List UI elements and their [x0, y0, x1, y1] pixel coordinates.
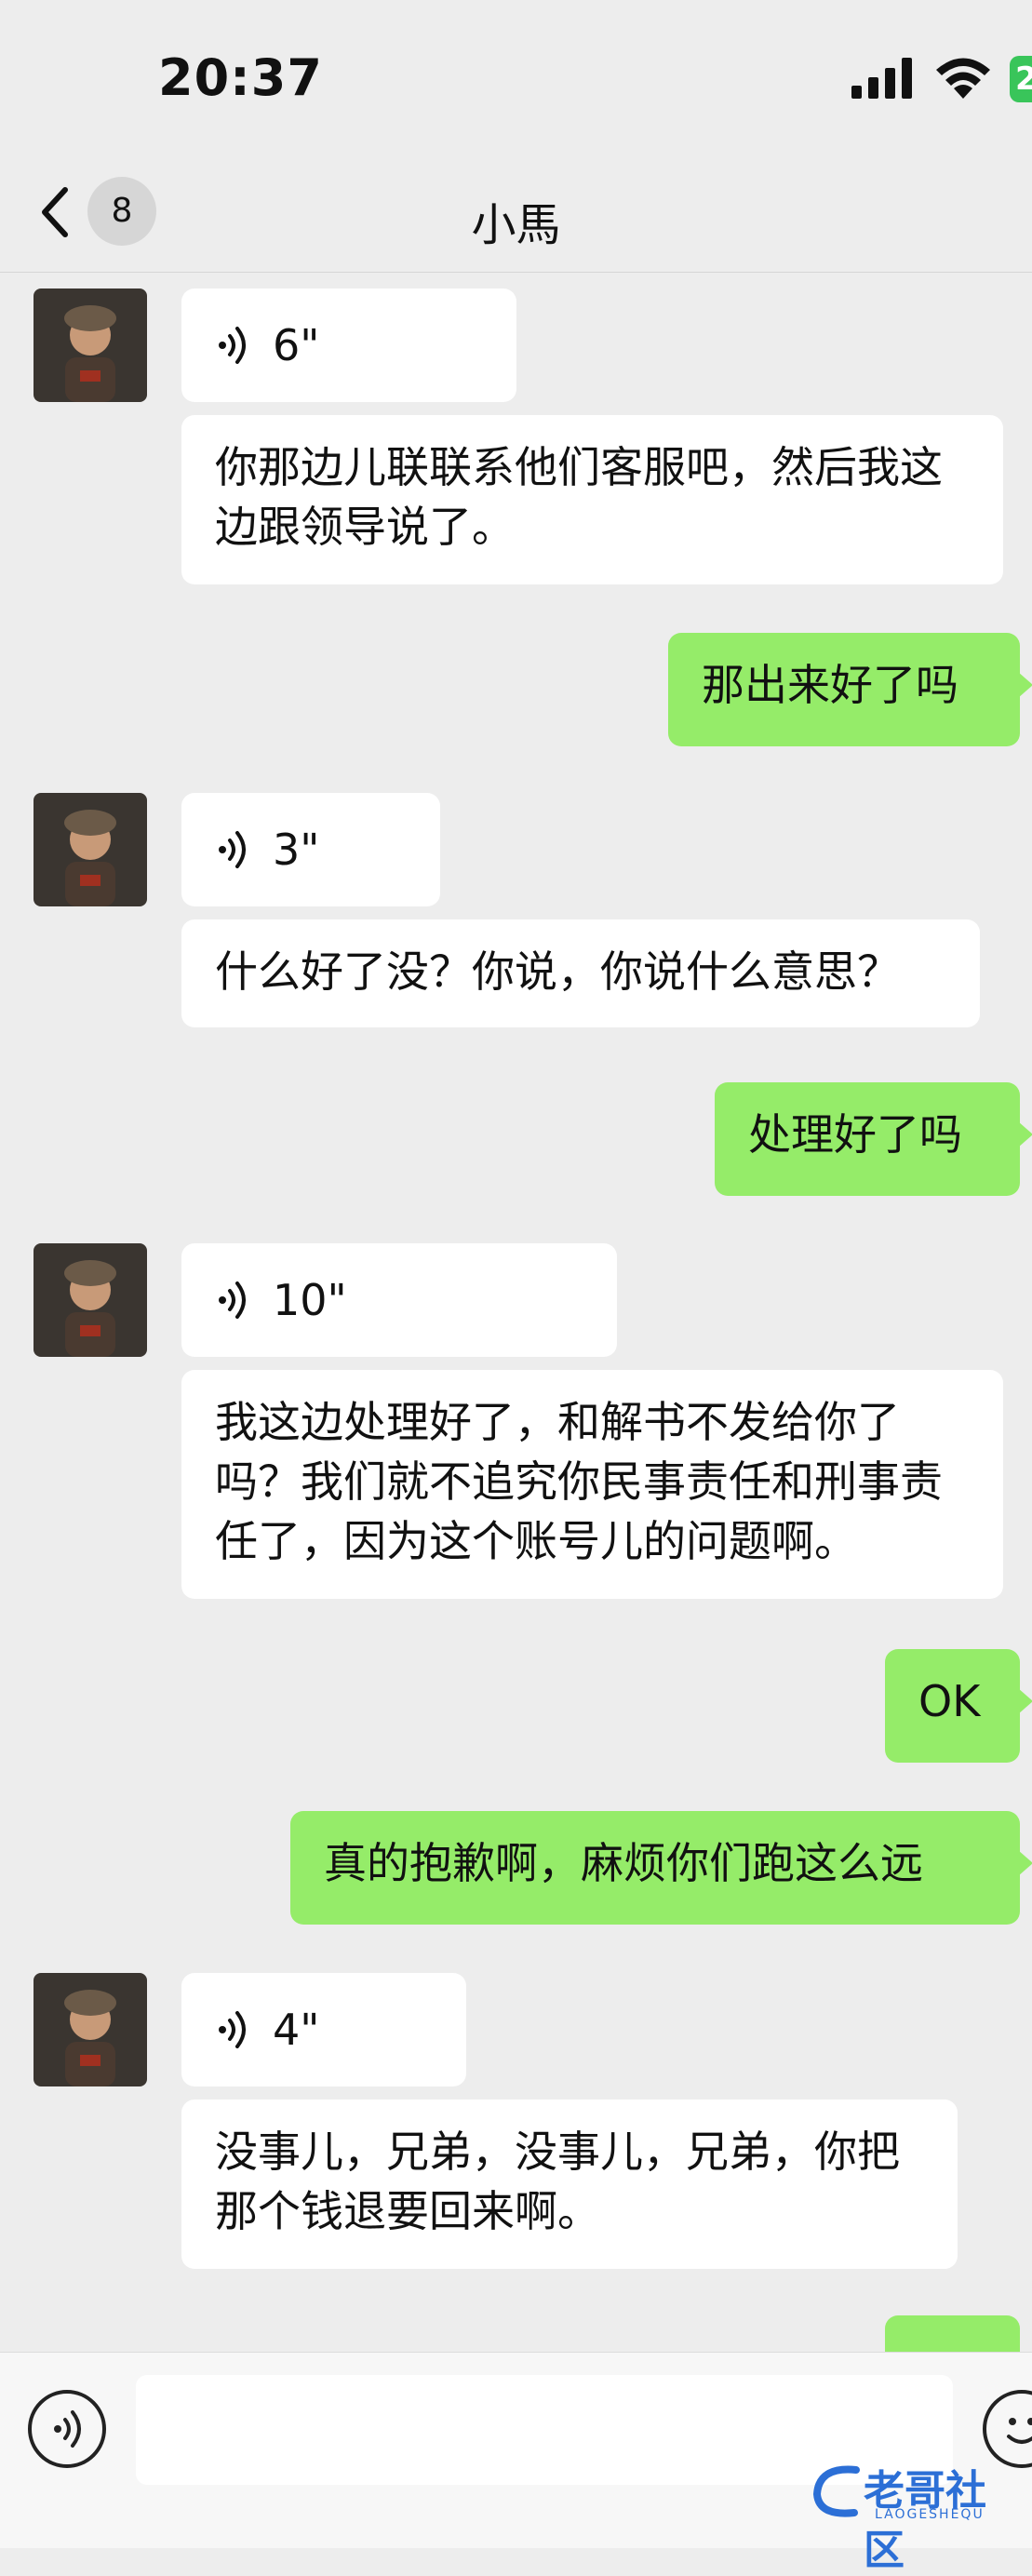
- wifi-icon: [936, 58, 990, 99]
- voice-mode-icon: [54, 2410, 81, 2448]
- voice-input-toggle[interactable]: [28, 2390, 106, 2468]
- avatar-image: [34, 1973, 147, 2086]
- status-time: 20:37: [158, 48, 323, 107]
- outgoing-message: 处理好了吗: [715, 1082, 1032, 1196]
- chat-title: 小馬: [471, 199, 561, 251]
- voice-message[interactable]: 4": [181, 1973, 466, 2086]
- dragon-logo-icon: [812, 2465, 860, 2517]
- watermark-logo: 老哥社区 LAOGESHEQU: [810, 2453, 1024, 2574]
- voice-duration: 10": [273, 1275, 347, 1325]
- avatar-image: [34, 288, 147, 402]
- voice-wave-icon: [219, 327, 246, 364]
- voice-wave-icon: [219, 2011, 246, 2048]
- voice-wave-icon: [219, 831, 246, 868]
- status-bar: 20:37 2: [0, 0, 1032, 158]
- voice-wave-icon: [219, 1281, 246, 1319]
- text-message: 没事儿，兄弟，没事儿，兄弟，你把那个钱退要回来啊。: [181, 2100, 958, 2269]
- chat-header: 8 小馬: [0, 158, 1032, 273]
- avatar-image: [34, 1243, 147, 1357]
- voice-message[interactable]: 6": [181, 288, 516, 402]
- voice-duration: 6": [273, 320, 320, 370]
- cellular-signal-icon: [851, 58, 912, 99]
- watermark-subtext: LAOGESHEQU: [875, 2507, 985, 2522]
- avatar-image: [34, 793, 147, 906]
- outgoing-message: 真的抱歉啊，麻烦你们跑这么远: [290, 1811, 1032, 1925]
- contact-avatar[interactable]: [34, 288, 147, 402]
- voice-duration: 3": [273, 825, 320, 875]
- contact-avatar[interactable]: [34, 1973, 147, 2086]
- text-message: 什么好了没？你说，你说什么意思？: [181, 919, 980, 1027]
- contact-avatar[interactable]: [34, 793, 147, 906]
- text-message: 你那边儿联联系他们客服吧，然后我这边跟领导说了。: [181, 415, 1003, 584]
- voice-message[interactable]: 3": [181, 793, 440, 906]
- outgoing-message: OK: [885, 1649, 1032, 1763]
- battery-indicator: 2: [1010, 56, 1032, 102]
- text-message: 我这边处理好了，和解书不发给你了吗？我们就不追究你民事责任和刑事责任了，因为这个…: [181, 1370, 1003, 1599]
- voice-message[interactable]: 10": [181, 1243, 617, 1357]
- voice-duration: 4": [273, 2005, 320, 2055]
- outgoing-message: 那出来好了吗: [668, 633, 1032, 746]
- contact-avatar[interactable]: [34, 1243, 147, 1357]
